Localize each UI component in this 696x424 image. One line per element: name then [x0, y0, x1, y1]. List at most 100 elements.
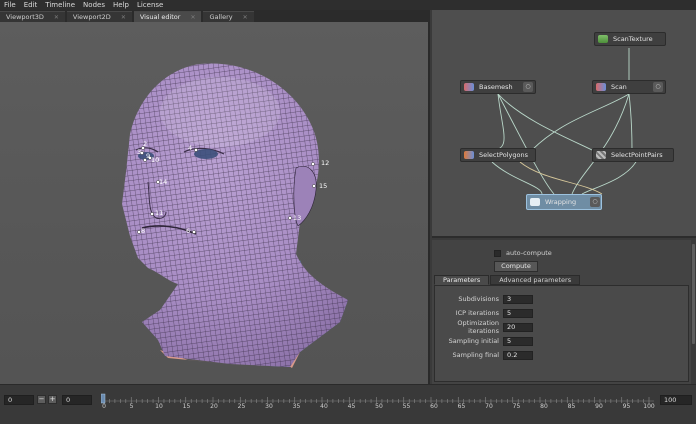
menu-file[interactable]: File	[0, 1, 20, 9]
node-selectpointpairs[interactable]: SelectPointPairs	[592, 148, 674, 162]
tick-label: 75	[512, 403, 521, 410]
timeline-end-field[interactable]: 100	[660, 395, 692, 405]
param-row-subdivisions: Subdivisions 3	[435, 294, 575, 304]
select-polygons-icon	[464, 151, 474, 159]
node-graph-panel[interactable]: ScanTexture Basemesh ○ Scan ○ SelectPoly…	[432, 10, 696, 238]
sampling-final-field[interactable]: 0.2	[503, 350, 533, 360]
tab-visual-editor[interactable]: Visual editor ✕	[133, 11, 202, 22]
mesh-icon	[596, 83, 606, 91]
tab-viewport2d[interactable]: Viewport2D ✕	[66, 11, 132, 22]
param-row-sampling-initial: Sampling initial 5	[435, 336, 575, 346]
tick-label: 100	[643, 403, 655, 410]
node-scan[interactable]: Scan ○	[592, 80, 666, 94]
minus-button[interactable]: −	[37, 395, 46, 404]
node-selectpolygons[interactable]: SelectPolygons	[460, 148, 536, 162]
playhead[interactable]	[101, 393, 106, 404]
lightbulb-icon[interactable]: ○	[523, 82, 533, 92]
close-icon[interactable]: ✕	[190, 14, 195, 21]
tick-label: 50	[375, 403, 383, 410]
landmark-label: 15	[319, 182, 328, 190]
tick-label: 40	[320, 403, 328, 410]
tab-viewport2d-label: Viewport2D	[72, 13, 111, 21]
tick-label: 25	[237, 403, 246, 410]
sampling-initial-field[interactable]: 5	[503, 336, 533, 346]
timeline: 0 − + 0 0 5 10 15 20 25 30 35 40 45 50 5…	[0, 384, 696, 424]
node-wrapping-label: Wrapping	[545, 198, 577, 206]
node-selectpolygons-label: SelectPolygons	[479, 151, 528, 159]
landmark-label: 11	[155, 209, 164, 217]
parameters-body: Subdivisions 3 ICP iterations 5 Optimiza…	[434, 285, 689, 382]
head-mesh	[122, 63, 348, 368]
point-pairs-icon	[596, 151, 606, 159]
landmark-label: 8	[141, 227, 146, 235]
wrapping-icon	[530, 198, 540, 206]
checkbox[interactable]	[494, 249, 501, 257]
tick-label: 85	[567, 403, 576, 410]
mesh-icon	[464, 83, 474, 91]
close-icon[interactable]: ✕	[54, 14, 59, 21]
parameter-tabs: Parameters Advanced parameters	[434, 275, 581, 285]
param-label: Sampling final	[452, 351, 500, 359]
lightbulb-icon[interactable]: ○	[590, 197, 600, 207]
tab-parameters[interactable]: Parameters	[434, 275, 490, 285]
timeline-start-field[interactable]: 0	[4, 395, 34, 405]
tick-label: 90	[595, 403, 603, 410]
tab-viewport3d[interactable]: Viewport3D ✕	[0, 11, 65, 22]
menu-timeline[interactable]: Timeline	[41, 1, 79, 9]
landmark-label: 2	[143, 140, 148, 148]
tick-label: 80	[540, 403, 548, 410]
scrollbar-thumb[interactable]	[692, 244, 695, 344]
node-scantexture-label: ScanTexture	[613, 35, 653, 43]
landmark-label: 6	[186, 227, 191, 235]
node-scantexture[interactable]: ScanTexture	[594, 32, 666, 46]
auto-compute-toggle[interactable]: auto-compute	[494, 249, 552, 257]
icp-iterations-field[interactable]: 5	[503, 308, 533, 318]
plus-button[interactable]: +	[48, 395, 57, 404]
tick-label: 55	[402, 403, 411, 410]
tick-label: 15	[182, 403, 191, 410]
tick-label: 95	[622, 403, 631, 410]
tick-label: 60	[430, 403, 438, 410]
landmark-label: 12	[321, 159, 330, 167]
tab-advanced-parameters[interactable]: Advanced parameters	[490, 275, 581, 285]
tick-label: 5	[129, 403, 134, 410]
timeline-ruler[interactable]: 0 5 10 15 20 25 30 35 40 45 50 55 60 65 …	[101, 392, 655, 410]
param-row-sampling-final: Sampling final 0.2	[435, 350, 575, 360]
node-basemesh-label: Basemesh	[479, 83, 513, 91]
properties-panel: auto-compute Compute Parameters Advanced…	[432, 240, 696, 384]
subdivisions-field[interactable]: 3	[503, 294, 533, 304]
close-icon[interactable]: ✕	[121, 14, 126, 21]
landmark-label: 3	[137, 148, 142, 156]
menu-license[interactable]: License	[133, 1, 167, 9]
tick-label: 10	[155, 403, 163, 410]
tick-label: 70	[485, 403, 493, 410]
tab-viewport3d-label: Viewport3D	[6, 13, 44, 21]
param-row-icp-iterations: ICP iterations 5	[435, 308, 575, 318]
tick-label: 20	[210, 403, 218, 410]
tick-label: 45	[347, 403, 356, 410]
viewport-3d[interactable]: 2 3 4 9 10 12 14 15 11 13 8 6	[0, 22, 430, 384]
menu-edit[interactable]: Edit	[20, 1, 42, 9]
menu-bar: File Edit Timeline Nodes Help License	[0, 0, 696, 10]
tab-visual-editor-label: Visual editor	[139, 13, 181, 21]
vertical-scrollbar[interactable]	[691, 240, 696, 384]
menu-help[interactable]: Help	[109, 1, 133, 9]
node-basemesh[interactable]: Basemesh ○	[460, 80, 536, 94]
node-scan-label: Scan	[611, 83, 627, 91]
close-icon[interactable]: ✕	[243, 14, 248, 21]
timeline-current-field[interactable]: 0	[62, 395, 92, 405]
tick-label: 35	[292, 403, 301, 410]
auto-compute-label: auto-compute	[506, 249, 552, 257]
tab-gallery[interactable]: Gallery ✕	[203, 11, 254, 22]
tick-label: 65	[457, 403, 466, 410]
tick-label: 0	[102, 403, 106, 410]
tick-label: 30	[265, 403, 273, 410]
optimization-iterations-field[interactable]: 20	[503, 322, 533, 332]
menu-nodes[interactable]: Nodes	[79, 1, 109, 9]
image-icon	[598, 35, 608, 43]
landmark-label: 14	[159, 178, 168, 186]
lightbulb-icon[interactable]: ○	[653, 82, 663, 92]
param-label: Optimization iterations	[457, 319, 499, 335]
tab-bar: Viewport3D ✕ Viewport2D ✕ Visual editor …	[0, 10, 430, 22]
compute-button[interactable]: Compute	[494, 261, 538, 272]
